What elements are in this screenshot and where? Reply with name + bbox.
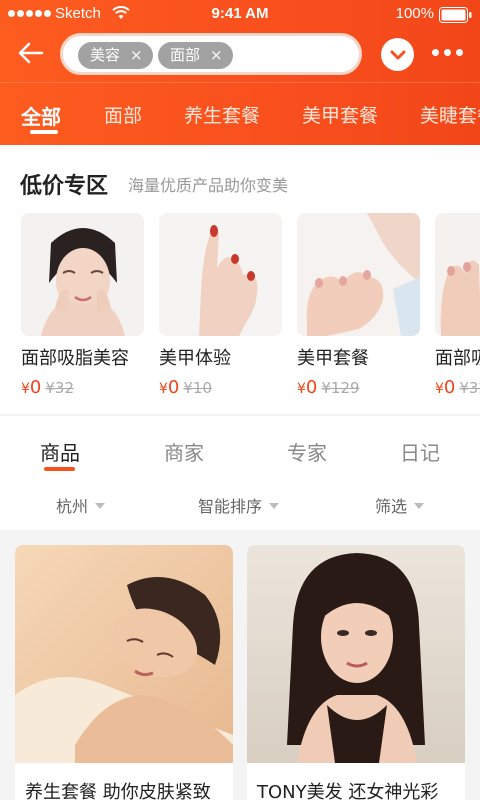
active-tab-indicator xyxy=(30,130,58,134)
screen-filter-label: 筛选 xyxy=(375,497,408,516)
product-price: ¥0 ¥10 xyxy=(159,377,282,398)
product-card[interactable]: 面部吸脂 ¥0¥32 xyxy=(435,213,480,398)
sale-price: 0 xyxy=(443,377,456,398)
product-name: 美甲体验 xyxy=(159,348,231,369)
product-price: ¥0¥32 xyxy=(21,377,144,398)
card-image xyxy=(15,545,233,763)
original-price: ¥32 xyxy=(45,379,75,397)
original-price: ¥10 xyxy=(183,379,213,397)
more-options-icon[interactable] xyxy=(432,49,463,56)
currency-symbol: ¥ xyxy=(159,381,168,397)
card-image xyxy=(247,545,465,763)
battery-percent: 100% xyxy=(395,5,434,22)
original-price: ¥32 xyxy=(459,379,480,397)
product-card[interactable]: 面部吸脂美容 ¥0 ¥32 xyxy=(21,213,144,398)
active-tab-indicator xyxy=(44,467,75,471)
search-tag-chip[interactable]: 面部 × xyxy=(158,42,233,69)
tab-diaries[interactable]: 日记 xyxy=(400,437,440,466)
product-card[interactable]: 美甲套餐 ¥0 ¥129 xyxy=(297,213,420,398)
sale-price: 0 xyxy=(29,377,42,398)
search-tag-chip[interactable]: 美容 × xyxy=(78,42,153,69)
remove-tag-icon[interactable]: × xyxy=(130,42,143,69)
product-name: 美甲套餐 xyxy=(297,348,369,369)
city-filter[interactable]: 杭州 xyxy=(56,493,106,517)
section-subtitle: 海量优质产品助你变美 xyxy=(128,176,289,195)
product-price: ¥0¥32 xyxy=(435,377,480,398)
category-tab-face[interactable]: 面部 xyxy=(104,101,142,128)
category-tab-all[interactable]: 全部 xyxy=(21,101,61,130)
search-tag-label: 美容 xyxy=(90,46,121,64)
tab-experts[interactable]: 专家 xyxy=(287,437,327,466)
city-filter-label: 杭州 xyxy=(56,497,89,516)
sort-filter[interactable]: 智能排序 xyxy=(198,493,280,517)
tab-merchants[interactable]: 商家 xyxy=(164,437,204,466)
sale-price: 0 xyxy=(305,377,318,398)
search-field[interactable]: 美容 × 面部 × xyxy=(60,33,362,75)
status-bar: Sketch 9:41 AM 100% xyxy=(0,0,480,30)
currency-symbol: ¥ xyxy=(435,381,444,397)
currency-symbol: ¥ xyxy=(297,381,306,397)
feed-card[interactable]: 养生套餐 助你皮肤紧致 xyxy=(15,545,233,800)
product-image xyxy=(21,213,144,336)
section-title: 低价专区 xyxy=(20,174,109,199)
dropdown-arrow-icon xyxy=(269,503,280,509)
sale-price: 0 xyxy=(167,377,180,398)
currency-symbol: ¥ xyxy=(21,381,30,397)
original-price: ¥129 xyxy=(321,379,360,397)
product-image xyxy=(435,213,480,336)
tab-products[interactable]: 商品 xyxy=(40,437,80,466)
remove-tag-icon[interactable]: × xyxy=(210,42,223,69)
back-arrow-icon[interactable] xyxy=(18,42,44,64)
category-tab-bar: 全部 面部 养生套餐 美甲套餐 美睫套餐 xyxy=(0,82,480,145)
product-price: ¥0 ¥129 xyxy=(297,377,420,398)
app-screen: Sketch 9:41 AM 100% 美容 × 面部 × 全部 面部 养生套餐… xyxy=(0,0,480,800)
card-title: TONY美发 还女神光彩 xyxy=(257,782,439,800)
product-image xyxy=(159,213,282,336)
feed-card[interactable]: TONY美发 还女神光彩 xyxy=(247,545,465,800)
category-tab-wellness[interactable]: 养生套餐 xyxy=(184,101,260,128)
screen-filter[interactable]: 筛选 xyxy=(375,493,425,517)
expand-categories-button[interactable] xyxy=(381,38,414,71)
sort-filter-label: 智能排序 xyxy=(198,497,263,516)
category-tab-lashes[interactable]: 美睫套餐 xyxy=(420,101,480,128)
product-name: 面部吸脂美容 xyxy=(21,348,129,369)
product-card[interactable]: 美甲体验 ¥0 ¥10 xyxy=(159,213,282,398)
category-tab-nails[interactable]: 美甲套餐 xyxy=(302,101,378,128)
product-name: 面部吸脂 xyxy=(435,348,480,369)
battery-icon xyxy=(439,7,472,23)
dropdown-arrow-icon xyxy=(414,503,425,509)
card-title: 养生套餐 助你皮肤紧致 xyxy=(25,782,211,800)
search-tag-label: 面部 xyxy=(170,46,201,64)
dropdown-arrow-icon xyxy=(95,503,106,509)
header: Sketch 9:41 AM 100% 美容 × 面部 × 全部 面部 养生套餐… xyxy=(0,0,480,145)
chevron-down-icon xyxy=(390,50,405,59)
section-divider xyxy=(0,414,480,416)
product-image xyxy=(297,213,420,336)
